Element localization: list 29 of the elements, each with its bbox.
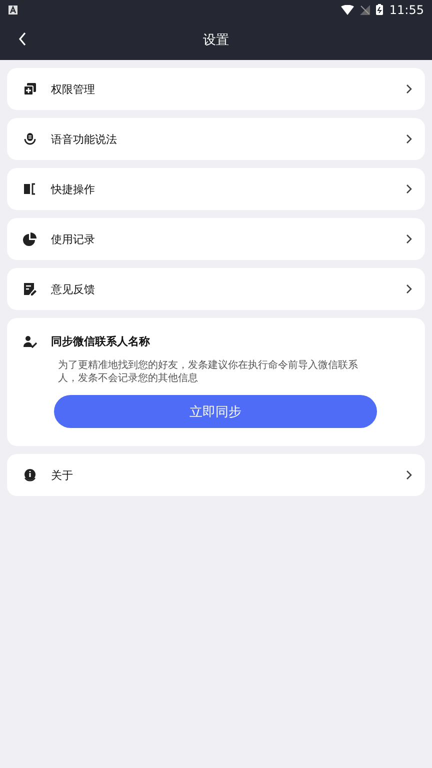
status-time: 11:55	[389, 2, 424, 16]
back-icon	[18, 32, 26, 46]
settings-item[interactable]: 快捷操作	[7, 168, 425, 210]
pie-chart-icon	[23, 232, 37, 246]
chevron-right-icon	[405, 84, 413, 94]
battery-icon	[376, 4, 384, 15]
chevron-right-icon	[405, 134, 413, 144]
chevron-right-icon	[405, 470, 413, 480]
header-title: 设置	[203, 32, 229, 48]
wifi-icon	[341, 4, 354, 14]
note-edit-icon	[23, 282, 37, 296]
settings-item[interactable]: 意见反馈	[7, 268, 425, 310]
settings-item[interactable]: 语音功能说法	[7, 118, 425, 160]
settings-item[interactable]: 使用记录	[7, 218, 425, 260]
settings-item[interactable]: 权限管理	[7, 68, 425, 110]
notification-icon	[8, 4, 18, 14]
chevron-right-icon	[405, 234, 413, 244]
sync-title: 同步微信联系人名称	[51, 334, 150, 349]
settings-item[interactable]: 关于	[7, 454, 425, 496]
chevron-right-icon	[405, 184, 413, 194]
sync-description: 为了更精准地找到您的好友，发条建议你在执行命令前导入微信联系人，发条不会记录您的其他信息	[58, 359, 359, 385]
chevron-right-icon	[405, 284, 413, 294]
sync-now-button[interactable]: 立即同步	[54, 395, 377, 428]
bracket-icon	[23, 182, 37, 196]
no-signal-icon	[360, 4, 370, 14]
info-icon	[23, 468, 37, 482]
person-check-icon	[23, 334, 37, 348]
microphone-icon	[23, 132, 37, 146]
squares-plus-icon	[23, 82, 37, 96]
